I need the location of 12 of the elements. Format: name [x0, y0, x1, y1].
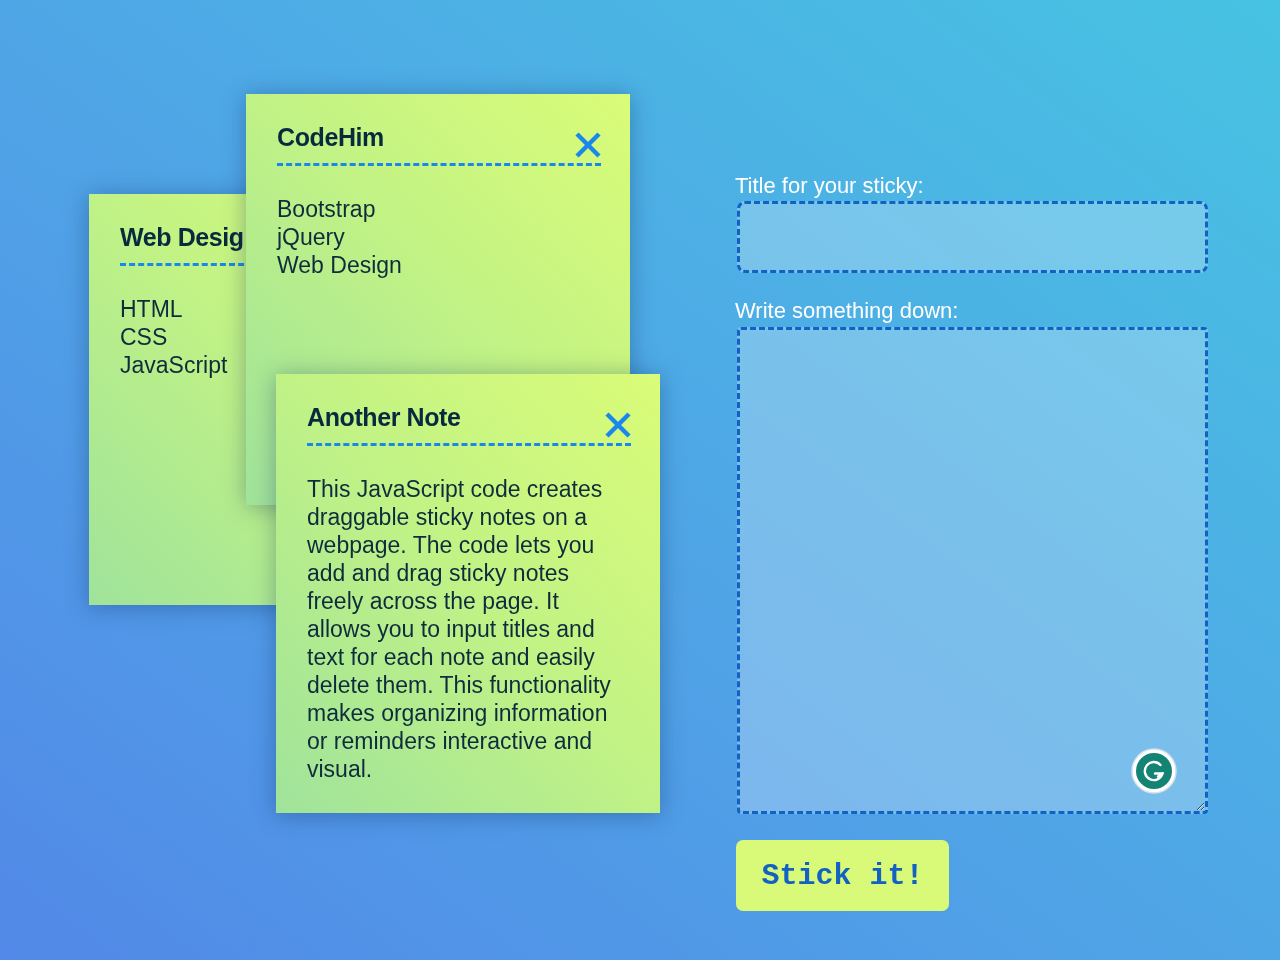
close-icon[interactable] — [605, 412, 631, 438]
stick-it-button[interactable]: Stick it! — [736, 840, 949, 911]
note-text: HTML CSS JavaScript — [120, 295, 228, 379]
note-text: Bootstrap jQuery Web Design — [277, 195, 402, 279]
note-text: This JavaScript code creates draggable sticky notes on a webpage. The code lets you add and drag sticky notes freely across the page. It allows you to input titles and text for each note and easily delete them. This functionality makes organizing information or reminders interactive and visual. — [307, 475, 612, 783]
close-icon[interactable] — [575, 132, 601, 158]
field-label: Title for your sticky: — [735, 173, 924, 199]
title-input[interactable] — [737, 201, 1208, 273]
note-title: CodeHim — [277, 122, 384, 153]
note-title: Web Desig — [120, 222, 244, 253]
field-label: Write something down: — [735, 298, 959, 324]
note-title: Another Note — [307, 402, 461, 433]
